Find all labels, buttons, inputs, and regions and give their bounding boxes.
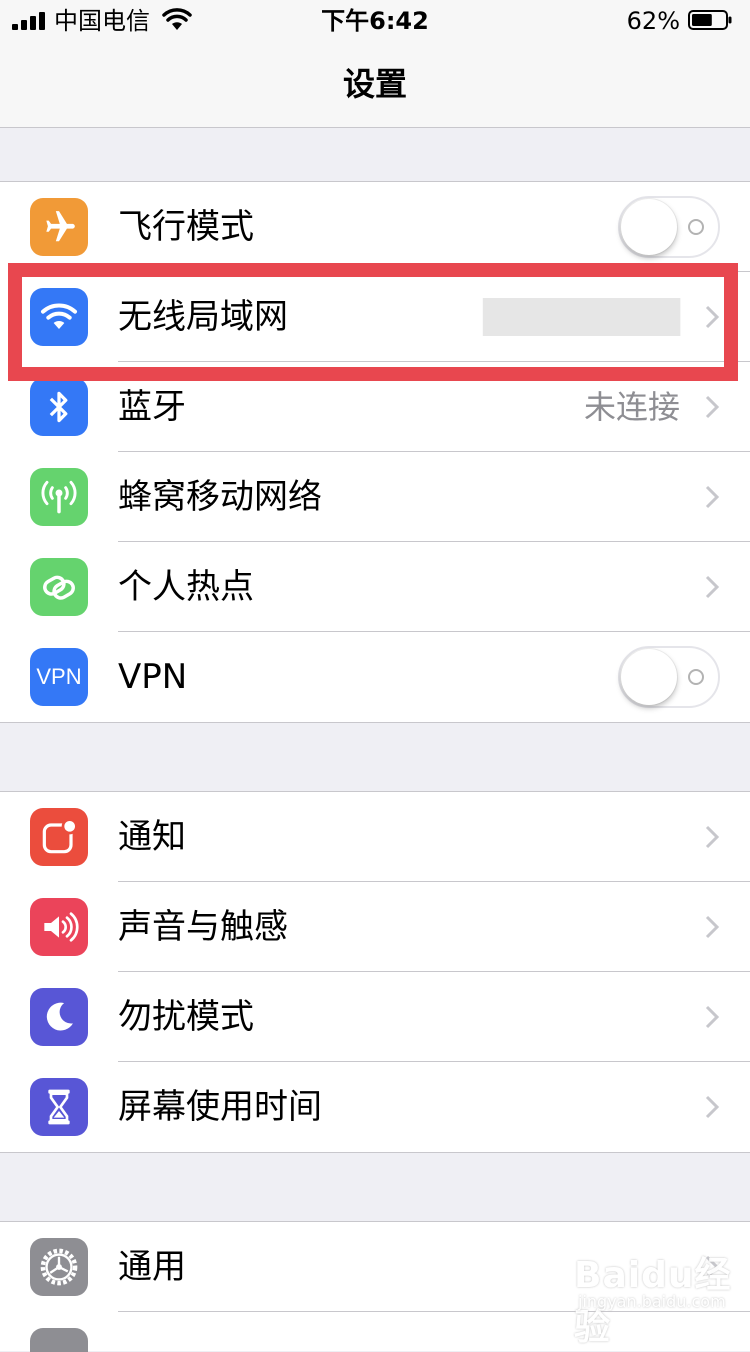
gear-icon — [30, 1238, 88, 1296]
row-label: 勿扰模式 — [118, 997, 254, 1037]
hotspot-link-icon — [30, 558, 88, 616]
watermark-url: jingyan.baidu.com — [578, 1292, 726, 1311]
moon-icon — [30, 988, 88, 1046]
page-title: 设置 — [342, 65, 407, 103]
status-bar: 中国电信 下午6:42 62% — [0, 0, 750, 40]
baidu-watermark: Baidu经验 jingyan.baidu.com — [574, 1246, 744, 1348]
chevron-right-icon — [705, 915, 720, 939]
settings-row-hotspot[interactable]: 个人热点 — [0, 542, 750, 632]
airplane-icon — [30, 198, 88, 256]
row-icon-partial — [30, 1328, 88, 1352]
settings-row-airplane-mode[interactable]: 飞行模式 — [0, 182, 750, 272]
cellular-antenna-icon — [30, 468, 88, 526]
row-label: 通用 — [118, 1247, 186, 1287]
row-label: 声音与触感 — [118, 907, 288, 947]
settings-group-notifications: 通知 声音与触感 勿扰模式 屏幕使用时间 — [0, 791, 750, 1153]
settings-row-sounds-haptics[interactable]: 声音与触感 — [0, 882, 750, 972]
row-label: 屏幕使用时间 — [118, 1087, 322, 1127]
row-label: VPN — [118, 657, 188, 697]
hourglass-icon — [30, 1078, 88, 1136]
vpn-toggle[interactable] — [618, 646, 720, 708]
battery-icon — [688, 10, 732, 30]
row-label: 蜂窝移动网络 — [118, 477, 322, 517]
row-label: 个人热点 — [118, 567, 254, 607]
settings-row-cellular[interactable]: 蜂窝移动网络 — [0, 452, 750, 542]
vpn-icon: VPN — [30, 648, 88, 706]
chevron-right-icon — [705, 485, 720, 509]
battery-percent: 62% — [626, 7, 680, 35]
airplane-mode-toggle[interactable] — [618, 196, 720, 258]
chevron-right-icon — [705, 1095, 720, 1119]
row-label: 通知 — [118, 817, 186, 857]
highlight-box-wifi — [8, 263, 738, 381]
chevron-right-icon — [705, 575, 720, 599]
navigation-bar: 设置 — [0, 40, 750, 128]
settings-row-screen-time[interactable]: 屏幕使用时间 — [0, 1062, 750, 1152]
chevron-right-icon — [705, 1005, 720, 1029]
settings-row-vpn[interactable]: VPN VPN — [0, 632, 750, 722]
settings-row-do-not-disturb[interactable]: 勿扰模式 — [0, 972, 750, 1062]
notifications-icon — [30, 808, 88, 866]
settings-row-notifications[interactable]: 通知 — [0, 792, 750, 882]
chevron-right-icon — [705, 395, 720, 419]
speaker-icon — [30, 898, 88, 956]
chevron-right-icon — [705, 825, 720, 849]
row-label: 飞行模式 — [118, 207, 254, 247]
bluetooth-icon — [30, 378, 88, 436]
